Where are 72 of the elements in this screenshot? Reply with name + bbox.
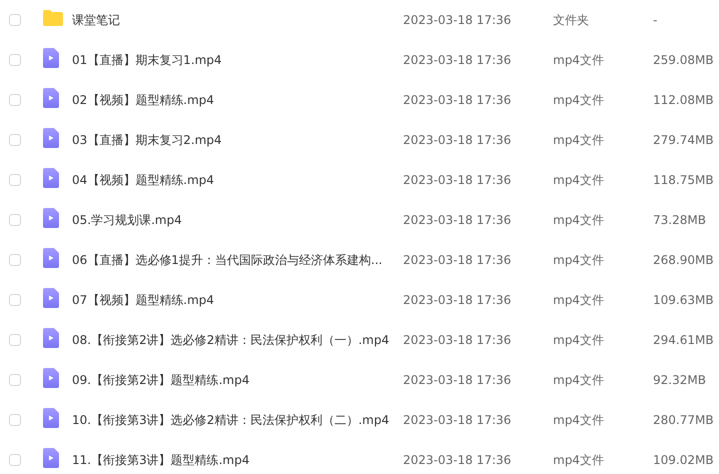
file-name[interactable]: 01【直播】期末复习1.mp4 [72,52,403,68]
file-type: mp4文件 [553,252,605,268]
file-name[interactable]: 07【视频】题型精练.mp4 [72,292,403,308]
file-name[interactable]: 04【视频】题型精练.mp4 [72,172,403,188]
file-name[interactable]: 11.【衔接第3讲】题型精练.mp4 [72,452,403,468]
checkbox[interactable] [9,174,21,186]
checkbox[interactable] [9,14,21,26]
video-file-icon [43,168,59,188]
modified-date: 2023-03-18 17:36 [403,413,512,427]
video-file-icon [43,328,59,348]
file-size: 268.90MB [653,253,715,267]
video-file-icon [43,288,59,308]
file-size: 259.08MB [653,53,715,67]
file-size: - [653,13,658,27]
modified-date: 2023-03-18 17:36 [403,293,512,307]
file-type: mp4文件 [553,452,605,468]
folder-icon [43,10,63,26]
file-name[interactable]: 02【视频】题型精练.mp4 [72,92,403,108]
file-name[interactable]: 09.【衔接第2讲】题型精练.mp4 [72,372,403,388]
file-type: mp4文件 [553,412,605,428]
modified-date: 2023-03-18 17:36 [403,13,512,27]
modified-date: 2023-03-18 17:36 [403,453,512,467]
checkbox[interactable] [9,454,21,466]
file-name[interactable]: 10.【衔接第3讲】选必修2精讲：民法保护权利（二）.mp4 [72,412,403,428]
modified-date: 2023-03-18 17:36 [403,213,512,227]
file-size: 112.08MB [653,93,715,107]
video-file-icon [43,208,59,228]
modified-date: 2023-03-18 17:36 [403,53,512,67]
file-name[interactable]: 06【直播】选必修1提升：当代国际政治与经济体系建构... [72,252,403,268]
file-type: mp4文件 [553,172,605,188]
file-type: mp4文件 [553,92,605,108]
checkbox[interactable] [9,414,21,426]
file-size: 294.61MB [653,333,715,347]
file-name[interactable]: 03【直播】期末复习2.mp4 [72,132,403,148]
video-file-icon [43,128,59,148]
file-size: 73.28MB [653,213,707,227]
modified-date: 2023-03-18 17:36 [403,173,512,187]
file-name[interactable]: 课堂笔记 [72,12,403,28]
file-name[interactable]: 05.学习规划课.mp4 [72,212,403,228]
modified-date: 2023-03-18 17:36 [403,373,512,387]
checkbox[interactable] [9,54,21,66]
file-type: mp4文件 [553,132,605,148]
file-type: 文件夹 [553,12,590,28]
checkbox[interactable] [9,254,21,266]
modified-date: 2023-03-18 17:36 [403,253,512,267]
file-type: mp4文件 [553,372,605,388]
file-type: mp4文件 [553,332,605,348]
checkbox[interactable] [9,334,21,346]
file-type: mp4文件 [553,212,605,228]
modified-date: 2023-03-18 17:36 [403,333,512,347]
modified-date: 2023-03-18 17:36 [403,93,512,107]
checkbox[interactable] [9,374,21,386]
file-type: mp4文件 [553,52,605,68]
checkbox[interactable] [9,94,21,106]
video-file-icon [43,88,59,108]
file-name[interactable]: 08.【衔接第2讲】选必修2精讲：民法保护权利（一）.mp4 [72,332,403,348]
video-file-icon [43,368,59,388]
video-file-icon [43,448,59,468]
modified-date: 2023-03-18 17:36 [403,133,512,147]
file-size: 109.63MB [653,293,715,307]
video-file-icon [43,48,59,68]
file-size: 92.32MB [653,373,707,387]
file-size: 279.74MB [653,133,715,147]
file-size: 109.02MB [653,453,715,467]
checkbox[interactable] [9,134,21,146]
checkbox[interactable] [9,214,21,226]
checkbox[interactable] [9,294,21,306]
video-file-icon [43,248,59,268]
file-size: 118.75MB [653,173,715,187]
file-type: mp4文件 [553,292,605,308]
video-file-icon [43,408,59,428]
file-size: 280.77MB [653,413,715,427]
